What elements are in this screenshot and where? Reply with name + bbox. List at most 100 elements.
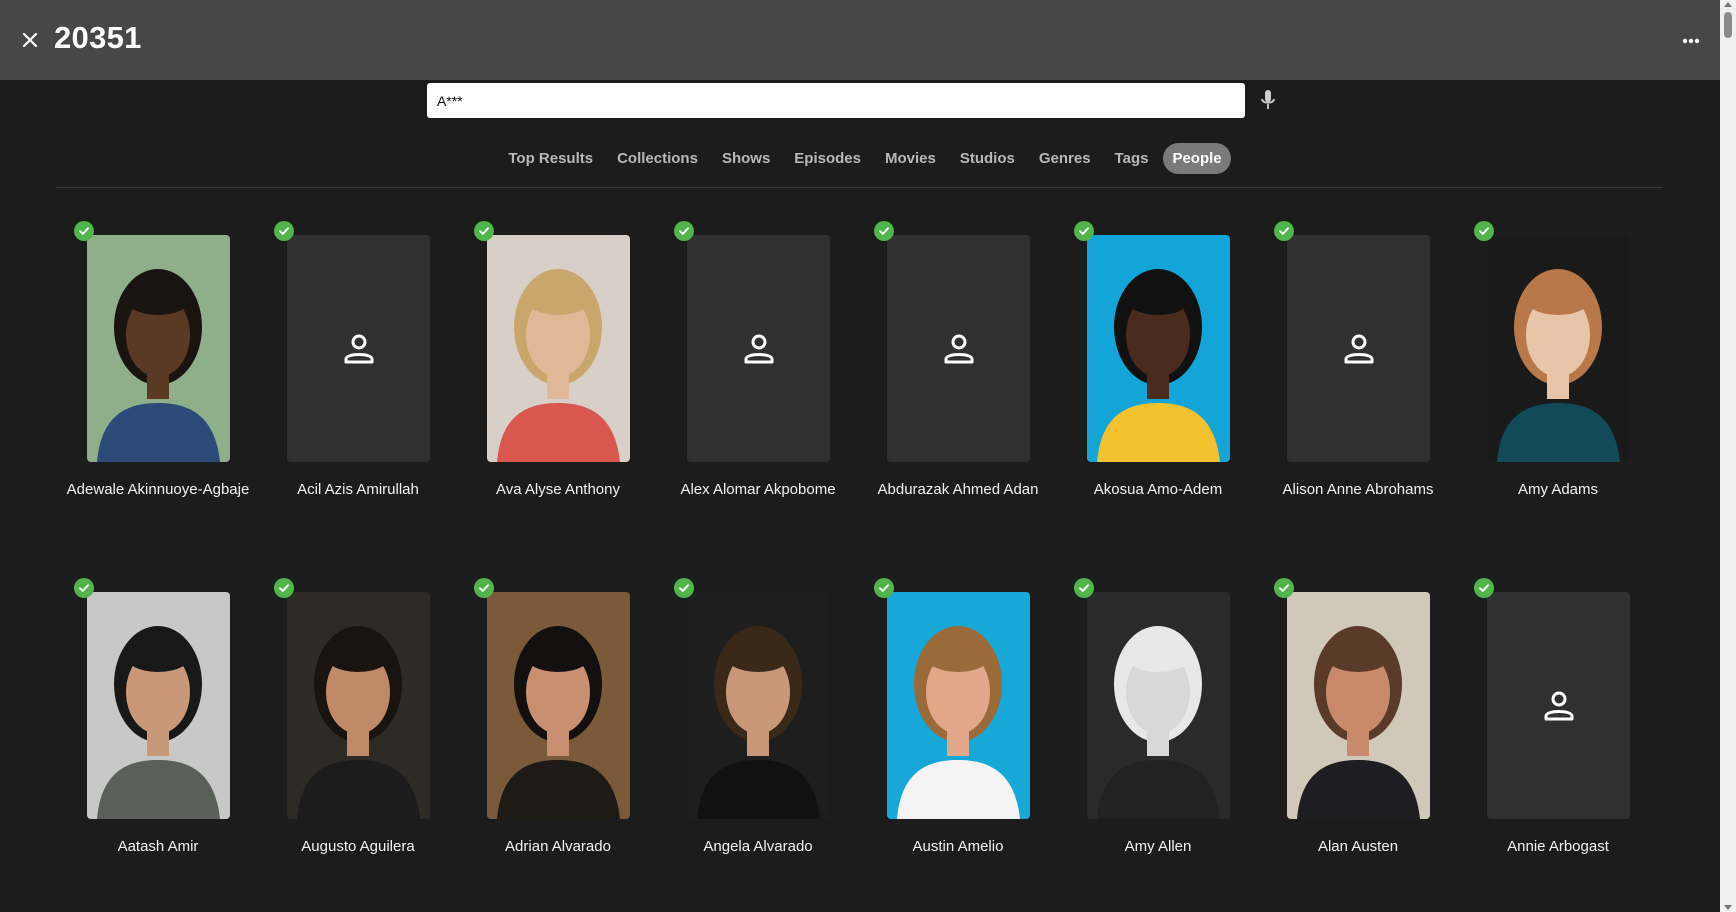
played-indicator [74,578,94,598]
person-placeholder-icon [944,334,973,363]
voice-search-button[interactable] [1255,86,1281,114]
person-name[interactable]: Augusto Aguilera [263,839,453,854]
check-icon [879,227,889,235]
played-indicator [1474,221,1494,241]
person-image[interactable] [1487,592,1630,819]
person-name[interactable]: Alan Austen [1263,839,1453,854]
tab-collections[interactable]: Collections [608,143,707,174]
tab-studios[interactable]: Studios [951,143,1024,174]
more-options-button[interactable] [1676,28,1706,54]
person-image[interactable] [687,235,830,462]
check-icon [279,227,289,235]
person-name[interactable]: Annie Arbogast [1463,839,1653,854]
person-name[interactable]: Abdurazak Ahmed Adan [863,482,1053,497]
person-card[interactable]: Annie Arbogast [1457,577,1657,880]
person-name[interactable]: Amy Adams [1463,482,1653,497]
check-icon [879,584,889,592]
played-indicator [1274,578,1294,598]
tab-top-results[interactable]: Top Results [499,143,602,174]
tab-genres[interactable]: Genres [1030,143,1100,174]
person-image[interactable] [1087,235,1230,462]
person-card[interactable]: Alex Alomar Akpobome [657,220,857,523]
person-photo [1087,235,1230,462]
person-image[interactable] [1287,235,1430,462]
check-icon [679,584,689,592]
person-name[interactable]: Adewale Akinnuoye-Agbaje [63,482,253,497]
scrollbar[interactable] [1720,0,1736,912]
person-photo [87,235,230,462]
person-card[interactable]: Angela Alvarado [657,577,857,880]
person-card[interactable]: Adrian Alvarado [457,577,657,880]
check-icon [679,227,689,235]
person-photo [1287,592,1430,819]
person-card[interactable]: Ava Alyse Anthony [457,220,657,523]
person-name[interactable]: Acil Azis Amirullah [263,482,453,497]
person-photo [887,592,1030,819]
check-icon [1279,227,1289,235]
app-header: 20351 [0,0,1720,80]
person-name[interactable]: Aatash Amir [63,839,253,854]
person-image[interactable] [487,592,630,819]
person-image[interactable] [287,235,430,462]
person-card[interactable]: Austin Amelio [857,577,1057,880]
person-image[interactable] [1087,592,1230,819]
person-name[interactable]: Ava Alyse Anthony [463,482,653,497]
person-photo [87,592,230,819]
person-card[interactable]: Abdurazak Ahmed Adan [857,220,1057,523]
person-image[interactable] [1287,592,1430,819]
tab-people[interactable]: People [1163,142,1231,174]
person-name[interactable]: Adrian Alvarado [463,839,653,854]
search-input[interactable] [427,83,1245,118]
person-image[interactable] [887,235,1030,462]
person-card[interactable]: Aatash Amir [57,577,257,880]
played-indicator [474,578,494,598]
person-name[interactable]: Alison Anne Abrohams [1263,482,1453,497]
person-card[interactable]: Akosua Amo-Adem [1057,220,1257,523]
person-card[interactable]: Alan Austen [1257,577,1457,880]
search-category-tabs: Top Results Collections Shows Episodes Movie… [0,142,1720,174]
person-name[interactable]: Angela Alvarado [663,839,853,854]
person-card[interactable]: Adewale Akinnuoye-Agbaje [57,220,257,523]
person-photo [687,592,830,819]
check-icon [79,584,89,592]
tab-tags[interactable]: Tags [1106,143,1158,174]
played-indicator [274,221,294,241]
more-icon [1682,38,1700,44]
person-image[interactable] [1487,235,1630,462]
divider [56,187,1663,188]
check-icon [1079,227,1089,235]
person-name[interactable]: Amy Allen [1063,839,1253,854]
person-card[interactable]: Alison Anne Abrohams [1257,220,1457,523]
person-placeholder-icon [744,334,773,363]
person-placeholder-icon [344,334,373,363]
scroll-down-arrow[interactable] [1724,905,1732,910]
person-image[interactable] [87,592,230,819]
person-image[interactable] [887,592,1030,819]
person-image[interactable] [287,592,430,819]
person-image[interactable] [487,235,630,462]
person-photo [487,235,630,462]
person-name[interactable]: Austin Amelio [863,839,1053,854]
person-image[interactable] [87,235,230,462]
close-button[interactable] [16,24,44,56]
played-indicator [1074,578,1094,598]
person-card[interactable]: Amy Allen [1057,577,1257,880]
played-indicator [674,221,694,241]
tab-movies[interactable]: Movies [876,143,945,174]
mic-icon [1261,90,1275,109]
scroll-thumb[interactable] [1724,12,1732,38]
person-card[interactable]: Amy Adams [1457,220,1657,523]
person-card[interactable]: Acil Azis Amirullah [257,220,457,523]
scroll-up-arrow[interactable] [1724,2,1732,7]
page-title: 20351 [54,20,142,55]
played-indicator [1474,578,1494,598]
person-name[interactable]: Akosua Amo-Adem [1063,482,1253,497]
person-image[interactable] [687,592,830,819]
tab-shows[interactable]: Shows [713,143,779,174]
played-indicator [474,221,494,241]
check-icon [1479,584,1489,592]
person-card[interactable]: Augusto Aguilera [257,577,457,880]
played-indicator [674,578,694,598]
tab-episodes[interactable]: Episodes [785,143,870,174]
person-name[interactable]: Alex Alomar Akpobome [663,482,853,497]
